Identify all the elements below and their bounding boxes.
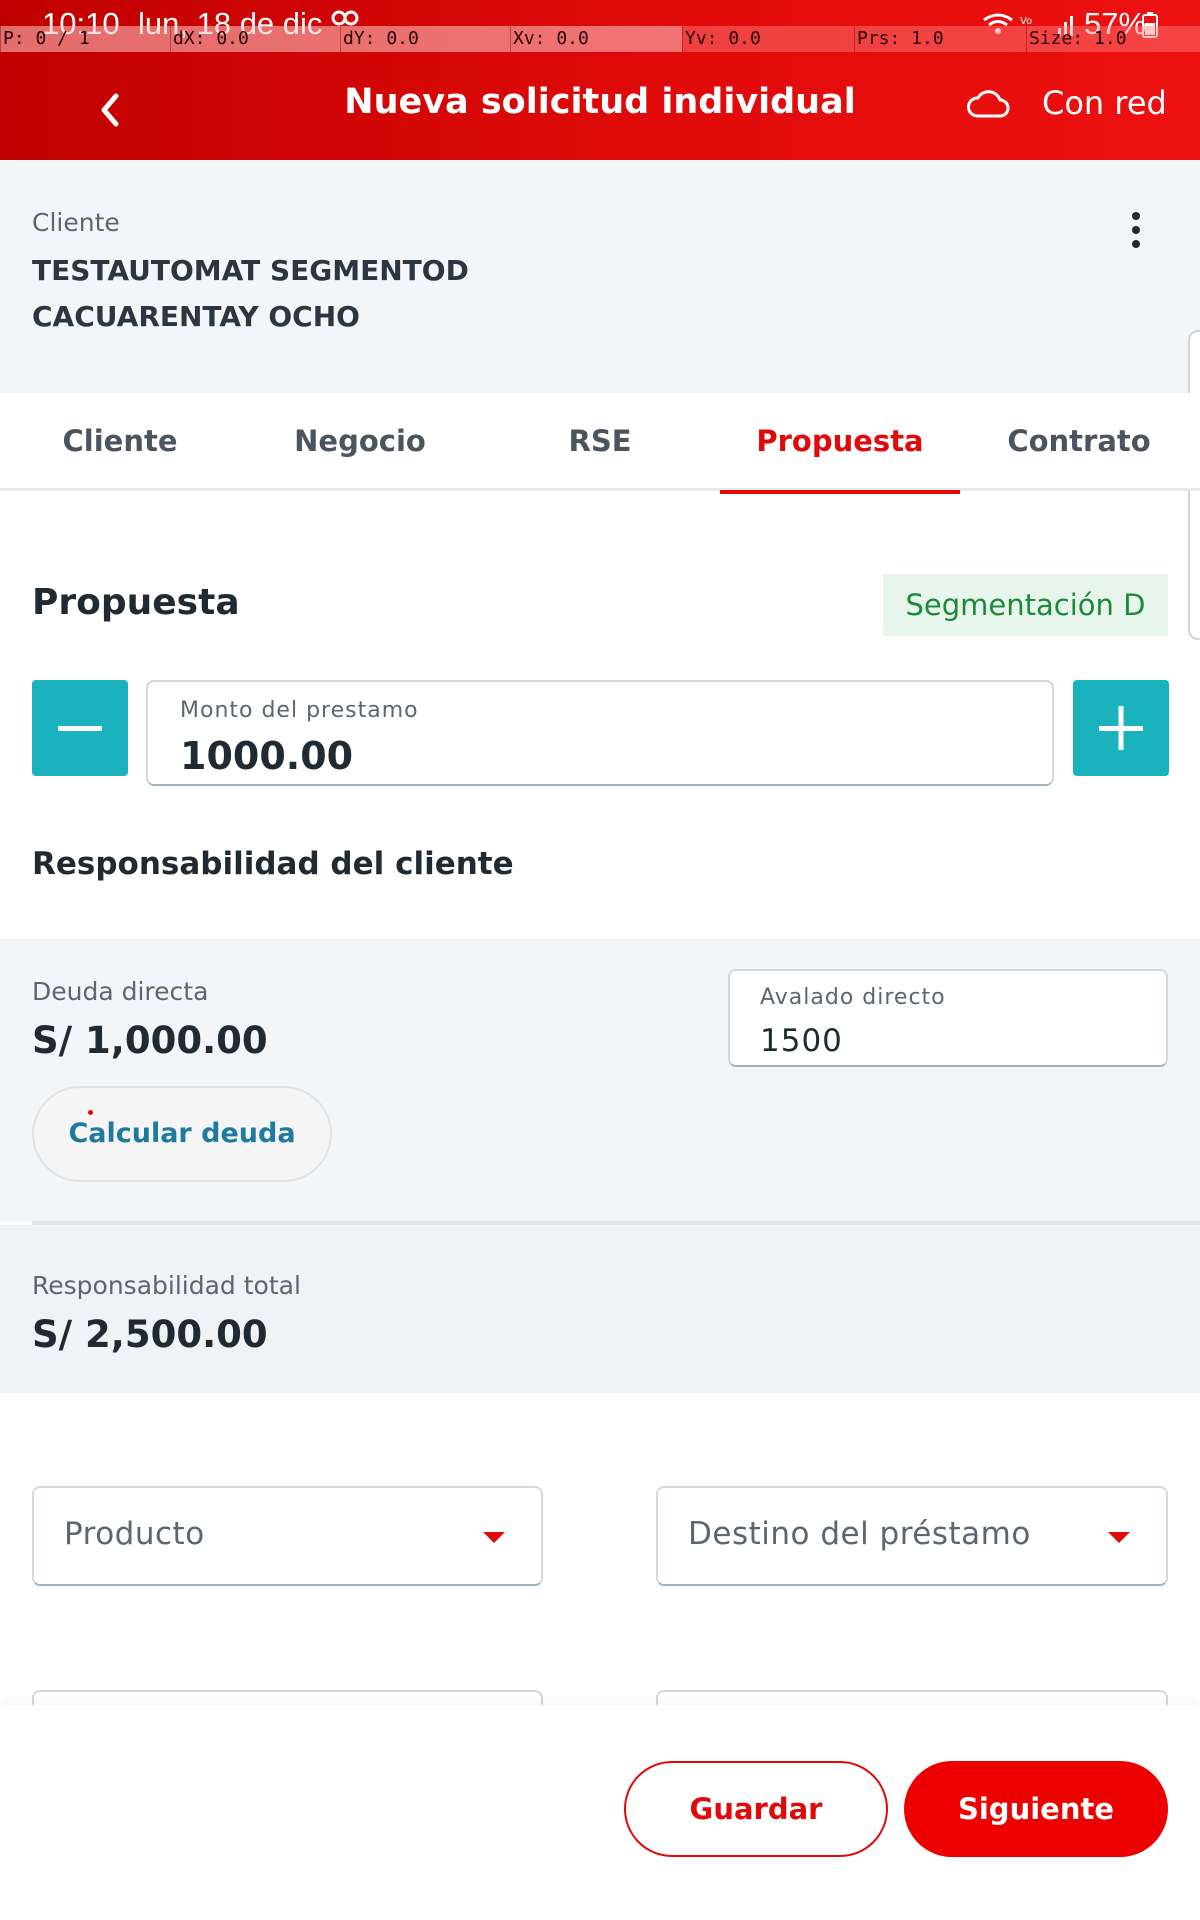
- responsibility-title: Responsabilidad del cliente: [32, 846, 514, 882]
- ripple-dot: [88, 1110, 93, 1115]
- network-status: Con red: [1042, 84, 1167, 122]
- debug-size: Size: 1.0: [1026, 26, 1200, 52]
- loan-purpose-select[interactable]: Destino del préstamo: [656, 1486, 1168, 1586]
- product-select[interactable]: Producto: [32, 1486, 543, 1586]
- client-name: TESTAUTOMAT SEGMENTOD CACUARENTAY OCHO: [32, 248, 632, 340]
- tab-rse[interactable]: RSE: [480, 393, 720, 491]
- tab-cliente[interactable]: Cliente: [0, 393, 240, 491]
- loan-amount-field[interactable]: Monto del prestamo 1000.00: [146, 680, 1054, 786]
- loan-amount-label: Monto del prestamo: [180, 698, 419, 723]
- guaranteed-direct-label: Avalado directo: [760, 985, 946, 1010]
- dropdown-arrow-icon: [483, 1532, 505, 1543]
- direct-debt-block: Deuda directa S/ 1,000.00 Calcular deuda…: [0, 939, 1200, 1222]
- debug-yv: Yv: 0.0: [682, 26, 854, 52]
- debug-pointer: P: 0 / 1: [0, 26, 170, 52]
- tab-propuesta[interactable]: Propuesta: [720, 393, 960, 494]
- tab-bar: Cliente Negocio RSE Propuesta Contrato: [0, 393, 1200, 494]
- dropdown-arrow-icon: [1108, 1532, 1130, 1543]
- debug-dy: dY: 0.0: [340, 26, 510, 52]
- calculate-debt-button[interactable]: Calcular deuda: [32, 1086, 332, 1182]
- loan-purpose-placeholder: Destino del préstamo: [688, 1516, 1031, 1552]
- plus-icon: [1099, 706, 1143, 750]
- decrease-amount-button[interactable]: [32, 680, 128, 776]
- client-card: Cliente TESTAUTOMAT SEGMENTOD CACUARENTA…: [0, 160, 1200, 393]
- client-name-line1: TESTAUTOMAT SEGMENTOD: [32, 254, 469, 287]
- back-button[interactable]: [84, 82, 140, 138]
- direct-debt-label: Deuda directa: [32, 977, 209, 1006]
- tab-contrato[interactable]: Contrato: [960, 393, 1198, 491]
- direct-debt-value: S/ 1,000.00: [32, 1019, 268, 1062]
- cloud-icon: [967, 90, 1010, 118]
- loan-amount-value[interactable]: 1000.00: [180, 734, 353, 778]
- debug-xv: Xv: 0.0: [510, 26, 682, 52]
- calculate-debt-label: Calcular deuda: [68, 1118, 296, 1149]
- app-bar: 10:10 lun, 18 de dic Vo 57% P: 0 / 1 dX:…: [0, 0, 1200, 160]
- tab-negocio[interactable]: Negocio: [240, 393, 480, 491]
- next-button[interactable]: Siguiente: [904, 1761, 1168, 1857]
- pointer-debug-overlay: P: 0 / 1 dX: 0.0 dY: 0.0 Xv: 0.0 Yv: 0.0…: [0, 26, 1200, 52]
- minus-icon: [58, 726, 102, 731]
- total-responsibility-block: Responsabilidad total S/ 2,500.00: [0, 1225, 1200, 1393]
- segment-badge: Segmentación D: [883, 574, 1168, 636]
- total-responsibility-label: Responsabilidad total: [32, 1271, 301, 1300]
- more-options-icon[interactable]: [1120, 212, 1152, 256]
- increase-amount-button[interactable]: [1073, 680, 1169, 776]
- section-title: Propuesta: [32, 582, 240, 623]
- guaranteed-direct-value[interactable]: 1500: [760, 1023, 843, 1059]
- product-select-placeholder: Producto: [64, 1516, 205, 1552]
- chevron-left-icon: [101, 93, 119, 127]
- save-button[interactable]: Guardar: [624, 1761, 888, 1857]
- client-name-line2: CACUARENTAY OCHO: [32, 300, 360, 333]
- debug-pressure: Prs: 1.0: [854, 26, 1026, 52]
- total-responsibility-value: S/ 2,500.00: [32, 1313, 268, 1356]
- client-label: Cliente: [32, 208, 120, 237]
- page-title: Nueva solicitud individual: [344, 82, 856, 122]
- debug-dx: dX: 0.0: [170, 26, 340, 52]
- link-icon: [331, 10, 359, 26]
- guaranteed-direct-field[interactable]: Avalado directo 1500: [728, 969, 1168, 1067]
- footer-actions: Guardar Siguiente: [0, 1705, 1200, 1920]
